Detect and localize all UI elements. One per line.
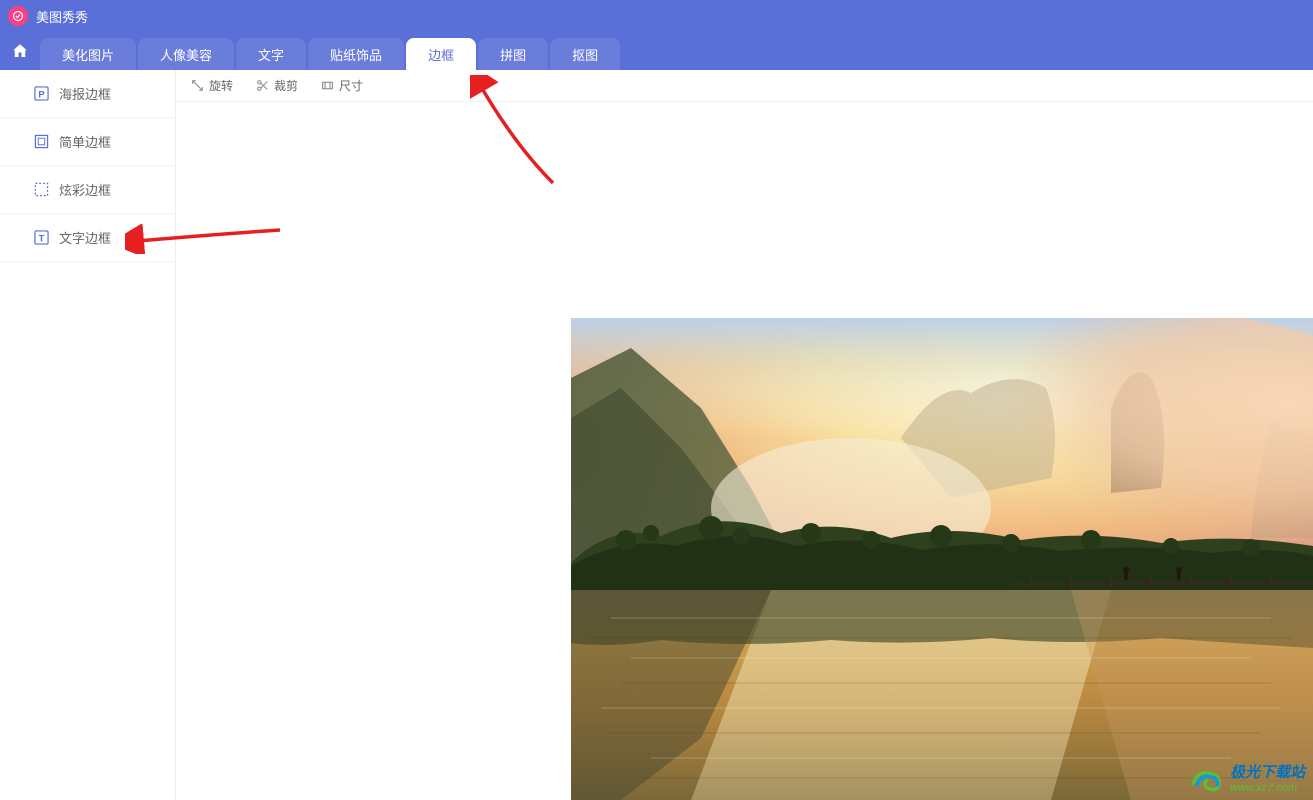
main-tabs: 美化图片 人像美容 文字 贴纸饰品 边框 拼图 抠图 [0,32,1313,70]
sidebar-item-label: 简单边框 [59,132,111,151]
sidebar-item-color-frame[interactable]: 炫彩边框 [0,166,175,214]
sidebar-item-poster-frame[interactable]: P 海报边框 [0,70,175,118]
home-tab[interactable] [0,32,40,70]
annotation-arrow-icon [470,75,565,190]
tab-sticker[interactable]: 贴纸饰品 [308,38,404,70]
tab-beautify[interactable]: 美化图片 [40,38,136,70]
canvas-area[interactable] [176,102,1313,800]
crop-button[interactable]: 裁剪 [255,77,298,94]
size-button[interactable]: 尺寸 [320,77,363,94]
home-icon [11,42,29,60]
tab-label: 美化图片 [62,45,114,64]
sidebar-item-label: 文字边框 [59,228,111,247]
canvas-image[interactable] [571,318,1313,800]
editor-content: 旋转 裁剪 尺寸 [176,70,1313,800]
svg-text:P: P [38,89,44,99]
title-bar: 美图秀秀 [0,0,1313,32]
tab-label: 抠图 [572,45,598,64]
app-logo-icon [8,6,28,26]
tab-cutout[interactable]: 抠图 [550,38,620,70]
watermark-swirl-icon [1190,766,1224,794]
watermark-title: 极光下载站 [1230,765,1305,782]
tool-label: 裁剪 [274,77,298,94]
tool-label: 旋转 [209,77,233,94]
tab-label: 拼图 [500,45,526,64]
sidebar-item-simple-frame[interactable]: 简单边框 [0,118,175,166]
frame-sidebar: P 海报边框 简单边框 炫彩边框 T 文字边框 [0,70,176,800]
tab-text[interactable]: 文字 [236,38,306,70]
rotate-button[interactable]: 旋转 [190,77,233,94]
square-icon [34,134,49,149]
tab-label: 文字 [258,45,284,64]
tab-portrait[interactable]: 人像美容 [138,38,234,70]
sidebar-item-label: 海报边框 [59,84,111,103]
sidebar-item-label: 炫彩边框 [59,180,111,199]
editor-toolbar: 旋转 裁剪 尺寸 [176,70,1313,102]
watermark-url: www.xz7.com [1230,782,1305,794]
app-title: 美图秀秀 [36,7,88,26]
annotation-arrow-icon [125,224,285,254]
tab-collage[interactable]: 拼图 [478,38,548,70]
p-icon: P [34,86,49,101]
tab-label: 边框 [428,45,454,64]
rotate-icon [190,79,204,93]
tab-frame[interactable]: 边框 [406,38,476,70]
tab-label: 人像美容 [160,45,212,64]
dashed-square-icon [34,182,49,197]
tool-label: 尺寸 [339,77,363,94]
scissors-icon [255,79,269,93]
main-area: P 海报边框 简单边框 炫彩边框 T 文字边框 [0,70,1313,800]
watermark: 极光下载站 www.xz7.com [1190,765,1305,794]
svg-text:T: T [39,233,45,243]
t-icon: T [34,230,49,245]
tab-label: 贴纸饰品 [330,45,382,64]
size-icon [320,79,334,93]
